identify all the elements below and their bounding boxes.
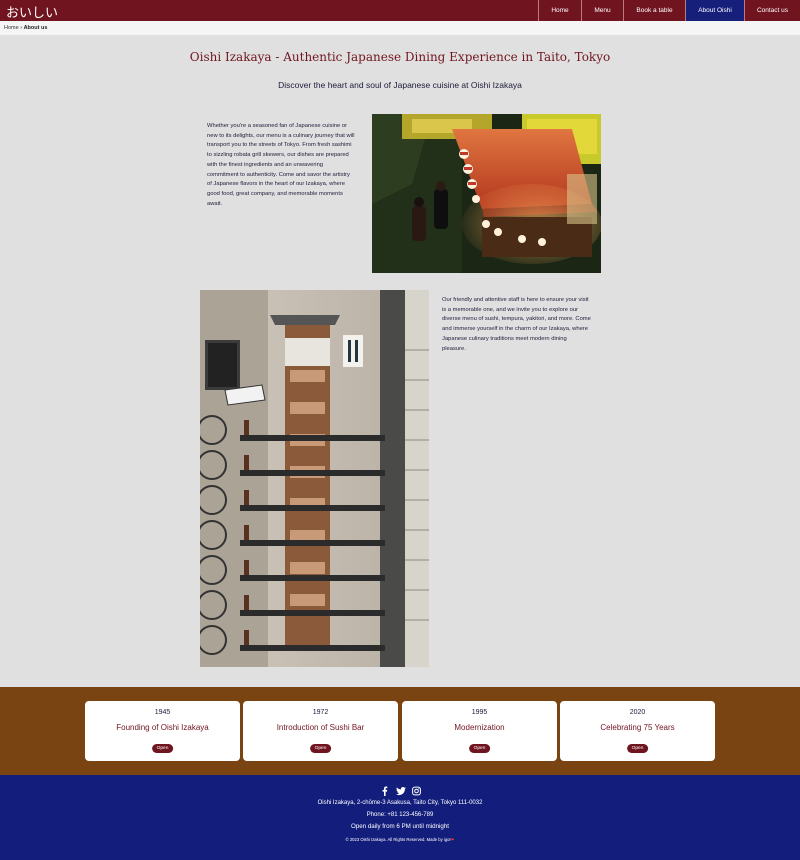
facebook-icon[interactable] (380, 781, 389, 796)
footer-address: Oishi Izakaya, 2-chōme-3 Asakusa, Taito … (317, 800, 483, 806)
timeline-year: 2020 (629, 709, 646, 716)
heart-icon: ❤ (450, 837, 455, 842)
main-nav: Home Menu Book a table About Oishi Conta… (538, 0, 800, 21)
izakaya-street-photo (372, 114, 601, 273)
timeline-year: 1972 (312, 709, 329, 716)
nav-about-link[interactable]: About Oishi (685, 0, 744, 21)
timeline-year: 1945 (154, 709, 171, 716)
footer-phone: Phone: +81 123-456-789 (366, 812, 434, 818)
timeline-title: Introduction of Sushi Bar (276, 723, 365, 732)
izakaya-entrance-photo (200, 290, 429, 667)
timeline-title: Founding of Oishi Izakaya (116, 723, 209, 732)
footer-hours: Open daily from 6 PM until midnight (350, 823, 449, 830)
timeline-open-button[interactable]: Open (626, 744, 649, 753)
timeline-open-button[interactable]: Open (309, 744, 332, 753)
timeline-card: 1972 Introduction of Sushi Bar Open (243, 701, 398, 761)
timeline-card: 1945 Founding of Oishi Izakaya Open (85, 701, 240, 761)
entrance-illustration (200, 290, 429, 667)
site-footer: Oishi Izakaya, 2-chōme-3 Asakusa, Taito … (0, 775, 800, 860)
timeline-year: 1995 (471, 709, 488, 716)
timeline-open-button[interactable]: Open (151, 744, 174, 753)
breadcrumb: Home › About us (0, 21, 800, 35)
timeline-title: Celebrating 75 Years (600, 723, 675, 732)
timeline-card: 1995 Modernization Open (402, 701, 557, 761)
street-stall-illustration (372, 114, 601, 273)
social-links (0, 781, 800, 796)
top-navigation-bar: おいしい Home Menu Book a table About Oishi … (0, 0, 800, 21)
instagram-icon[interactable] (411, 781, 421, 796)
nav-home-link[interactable]: Home (538, 0, 581, 21)
nav-menu-link[interactable]: Menu (581, 0, 623, 21)
page-subtitle: Discover the heart and soul of Japanese … (278, 80, 522, 90)
history-timeline: 1945 Founding of Oishi Izakaya Open 1972… (0, 687, 800, 775)
nav-contact-link[interactable]: Contact us (744, 0, 800, 21)
timeline-title: Modernization (454, 723, 505, 732)
intro-paragraph: Whether you're a seasoned fan of Japanes… (207, 123, 355, 207)
staff-paragraph: Our friendly and attentive staff is here… (442, 297, 591, 352)
copyright-text: © 2023 Oishi Izakaya. All Rights Reserve… (345, 837, 451, 842)
breadcrumb-separator: › (20, 25, 23, 31)
footer-copyright: © 2023 Oishi Izakaya. All Rights Reserve… (0, 837, 800, 842)
twitter-icon[interactable] (395, 781, 406, 796)
breadcrumb-current: About us (23, 25, 48, 31)
nav-book-table-link[interactable]: Book a table (623, 0, 685, 21)
page-title: Oishi Izakaya - Authentic Japanese Dinin… (189, 50, 611, 64)
timeline-card: 2020 Celebrating 75 Years Open (560, 701, 715, 761)
site-logo[interactable]: おいしい (6, 2, 58, 21)
breadcrumb-home-link[interactable]: Home (4, 25, 19, 31)
timeline-open-button[interactable]: Open (468, 744, 491, 753)
